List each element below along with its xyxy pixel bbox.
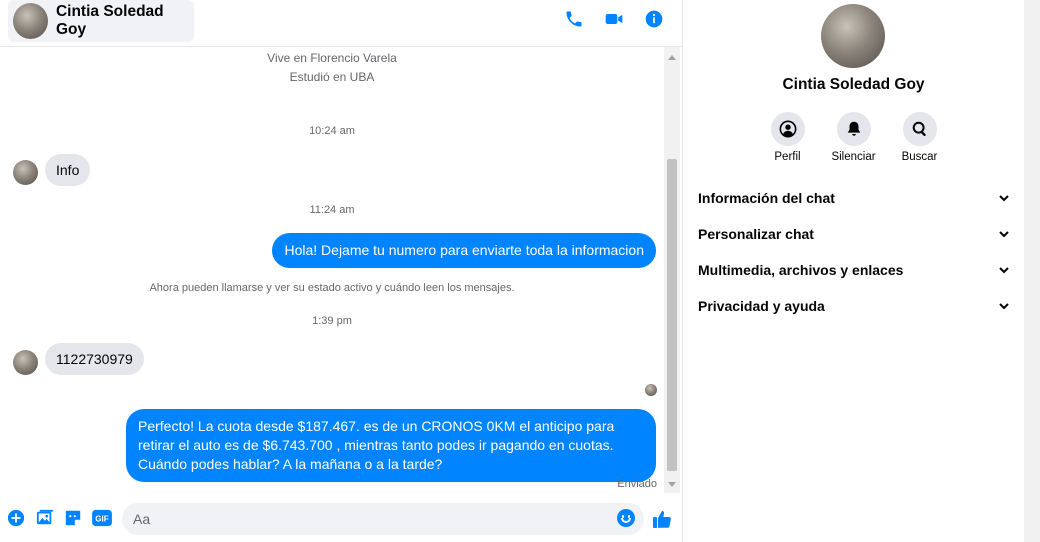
section-label: Privacidad y ayuda	[698, 298, 825, 314]
section-privacy-help[interactable]: Privacidad y ayuda	[698, 288, 1010, 324]
scrollbar-thumb[interactable]	[667, 159, 677, 471]
section-label: Personalizar chat	[698, 226, 814, 242]
message-timestamp: 11:24 am	[309, 204, 355, 216]
chevron-down-icon	[999, 231, 1009, 238]
section-media-files-links[interactable]: Multimedia, archivos y enlaces	[698, 252, 1010, 288]
chat-scrollbar[interactable]	[664, 47, 680, 493]
profile-name: Cintia Soledad Goy	[782, 76, 925, 93]
profile-action[interactable]: Perfil	[766, 112, 810, 163]
details-scrollbar[interactable]	[1024, 0, 1040, 542]
sticker-icon[interactable]	[63, 508, 83, 528]
image-icon[interactable]	[35, 508, 55, 528]
chevron-down-icon	[999, 267, 1009, 274]
emoji-icon[interactable]	[617, 509, 635, 527]
thumbs-up-icon[interactable]	[652, 509, 672, 529]
profile-icon[interactable]	[770, 112, 805, 146]
avatar	[13, 3, 48, 39]
action-label: Perfil	[774, 151, 801, 163]
gif-label: GIF	[95, 515, 109, 524]
sender-avatar[interactable]	[13, 160, 38, 185]
bell-icon[interactable]	[836, 112, 871, 146]
system-notice: Ahora pueden llamarse y ver su estado ac…	[149, 282, 515, 294]
message-input[interactable]	[133, 511, 603, 527]
section-chat-info[interactable]: Información del chat	[698, 180, 1010, 216]
message-timestamp: 10:24 am	[309, 125, 355, 137]
outgoing-message[interactable]: Hola! Dejame tu numero para enviarte tod…	[272, 233, 656, 268]
action-label: Buscar	[901, 151, 938, 163]
mute-action[interactable]: Silenciar	[831, 112, 876, 163]
message-timestamp: 1:39 pm	[312, 315, 352, 327]
incoming-message[interactable]: Info	[45, 154, 91, 186]
profile-location: Vive en Florencio Varela	[267, 51, 397, 65]
section-label: Información del chat	[698, 190, 835, 206]
scroll-up-arrow-icon[interactable]	[668, 55, 676, 60]
gif-icon[interactable]: GIF	[91, 508, 113, 528]
plus-circle-icon[interactable]	[6, 508, 26, 528]
read-receipt-avatar	[645, 384, 657, 396]
search-action[interactable]: Buscar	[898, 112, 942, 163]
profile-avatar[interactable]	[821, 4, 885, 68]
scroll-down-arrow-icon[interactable]	[668, 482, 676, 487]
message-input-container[interactable]	[122, 503, 644, 535]
sender-avatar[interactable]	[13, 350, 38, 375]
search-icon[interactable]	[902, 112, 937, 146]
header-actions	[563, 8, 665, 30]
info-icon[interactable]	[643, 8, 665, 30]
conversation-title-button[interactable]: Cintia Soledad Goy	[8, 0, 194, 42]
message-composer: GIF	[0, 497, 683, 542]
conversation-details-panel: Cintia Soledad Goy Perfil Silenciar Busc…	[683, 0, 1040, 542]
outgoing-message[interactable]: Perfecto! La cuota desde $187.467. es de…	[126, 409, 656, 482]
conversation-title: Cintia Soledad Goy	[55, 3, 164, 38]
profile-actions: Perfil Silenciar Buscar	[683, 112, 1024, 163]
phone-icon[interactable]	[563, 8, 585, 30]
chevron-down-icon	[999, 303, 1009, 310]
profile-education: Estudió en UBA	[289, 70, 375, 84]
details-sections: Información del chat Personalizar chat M…	[698, 180, 1010, 324]
section-label: Multimedia, archivos y enlaces	[698, 262, 904, 278]
action-label: Silenciar	[831, 151, 876, 163]
messenger-window: Cintia Soledad Goy Vive en Florencio Var…	[0, 0, 1040, 542]
video-camera-icon[interactable]	[603, 8, 625, 30]
message-list[interactable]: Vive en Florencio Varela Estudió en UBA …	[0, 47, 664, 493]
chat-header: Cintia Soledad Goy	[0, 0, 683, 47]
chevron-down-icon	[999, 195, 1009, 202]
incoming-message[interactable]: 1122730979	[45, 343, 144, 375]
section-customize-chat[interactable]: Personalizar chat	[698, 216, 1010, 252]
delivery-status: Enviado	[617, 478, 657, 490]
